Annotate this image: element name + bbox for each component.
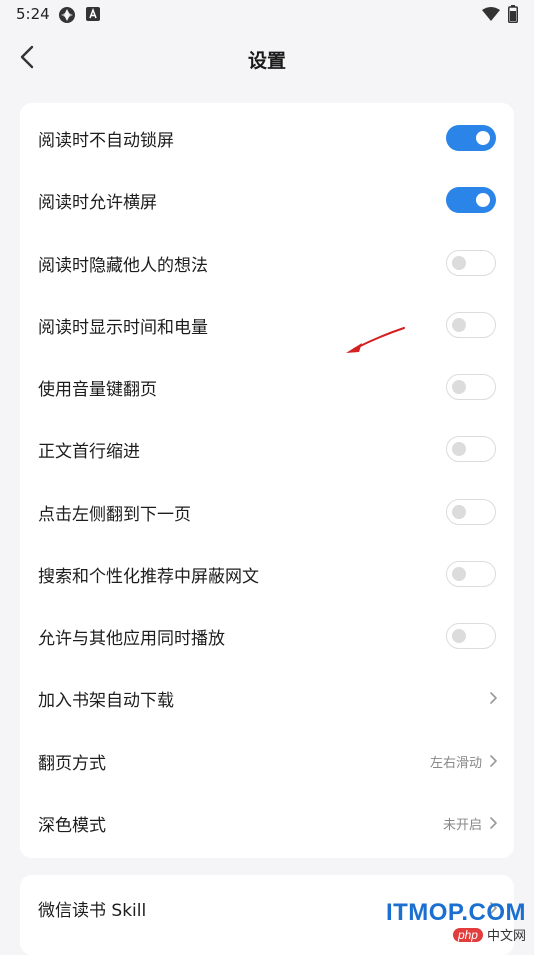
setting-label: 阅读时显示时间和电量	[38, 317, 208, 338]
setting-label: 阅读时允许横屏	[38, 192, 157, 213]
toggle-switch[interactable]	[446, 125, 496, 151]
settings-card: 阅读时不自动锁屏 阅读时允许横屏 阅读时隐藏他人的想法 阅读时显示时间和电量 使…	[20, 103, 514, 858]
status-bar: 5:24	[0, 0, 534, 30]
battery-icon	[508, 5, 518, 27]
setting-label: 阅读时不自动锁屏	[38, 130, 174, 151]
toggle-knob	[452, 441, 466, 456]
toggle-switch[interactable]	[446, 312, 496, 338]
setting-row-hide-thoughts[interactable]: 阅读时隐藏他人的想法	[20, 232, 514, 294]
toggle-switch[interactable]	[446, 187, 496, 213]
setting-row-allow-landscape[interactable]: 阅读时允许横屏	[20, 169, 514, 231]
toggle-switch[interactable]	[446, 561, 496, 587]
setting-row-volume-key-page[interactable]: 使用音量键翻页	[20, 356, 514, 418]
setting-row-keep-screen-on[interactable]: 阅读时不自动锁屏	[20, 107, 514, 169]
toggle-knob	[452, 317, 466, 332]
watermark: ITMOP.COM php 中文网	[386, 899, 526, 944]
setting-label: 阅读时隐藏他人的想法	[38, 255, 208, 276]
setting-label: 允许与其他应用同时播放	[38, 628, 225, 649]
setting-label: 点击左侧翻到下一页	[38, 504, 191, 525]
chevron-right-icon	[490, 692, 497, 704]
setting-label: 使用音量键翻页	[38, 379, 157, 400]
watermark-main: ITMOP.COM	[385, 899, 526, 926]
setting-value: 未开启	[442, 817, 482, 833]
setting-row-block-web-novels[interactable]: 搜索和个性化推荐中屏蔽网文	[20, 543, 514, 605]
page-title: 设置	[247, 50, 286, 72]
setting-label: 正文首行缩进	[38, 441, 140, 462]
toggle-switch[interactable]	[446, 499, 496, 525]
setting-row-page-turn-mode[interactable]: 翻页方式 左右滑动	[20, 730, 514, 792]
setting-label: 搜索和个性化推荐中屏蔽网文	[38, 566, 259, 587]
chevron-right-icon	[490, 755, 497, 767]
toggle-switch[interactable]	[446, 250, 496, 276]
wifi-icon	[482, 7, 500, 25]
toggle-switch[interactable]	[446, 436, 496, 462]
annotation-arrow-icon	[346, 327, 405, 353]
nav-bar: 设置	[0, 30, 534, 86]
setting-value: 左右滑动	[429, 755, 482, 771]
toggle-switch[interactable]	[446, 374, 496, 400]
toggle-knob	[452, 628, 466, 643]
setting-row-auto-download[interactable]: 加入书架自动下载	[20, 667, 514, 729]
watermark-badge: php	[452, 927, 483, 942]
setting-label: 深色模式	[38, 815, 106, 836]
setting-row-mix-audio[interactable]: 允许与其他应用同时播放	[20, 605, 514, 667]
setting-row-show-time-battery[interactable]: 阅读时显示时间和电量	[20, 294, 514, 356]
setting-label: 翻页方式	[38, 753, 106, 774]
setting-row-left-tap-next[interactable]: 点击左侧翻到下一页	[20, 481, 514, 543]
setting-label: 加入书架自动下载	[38, 690, 174, 711]
toggle-knob	[476, 131, 490, 145]
chevron-right-icon	[490, 817, 497, 829]
toggle-switch[interactable]	[446, 623, 496, 649]
toggle-knob	[452, 255, 466, 270]
a-badge-icon	[86, 7, 100, 25]
watermark-sub: php 中文网	[452, 925, 526, 944]
setting-row-first-line-indent[interactable]: 正文首行缩进	[20, 418, 514, 480]
status-time: 5:24	[16, 5, 50, 23]
toggle-knob	[452, 566, 466, 581]
aperture-icon	[58, 6, 76, 28]
watermark-cn: 中文网	[486, 929, 526, 944]
toggle-knob	[452, 379, 466, 394]
toggle-knob	[452, 504, 466, 519]
setting-row-dark-mode[interactable]: 深色模式 未开启	[20, 792, 514, 854]
setting-label: 微信读书 Skill	[38, 900, 147, 921]
toggle-knob	[476, 193, 490, 207]
